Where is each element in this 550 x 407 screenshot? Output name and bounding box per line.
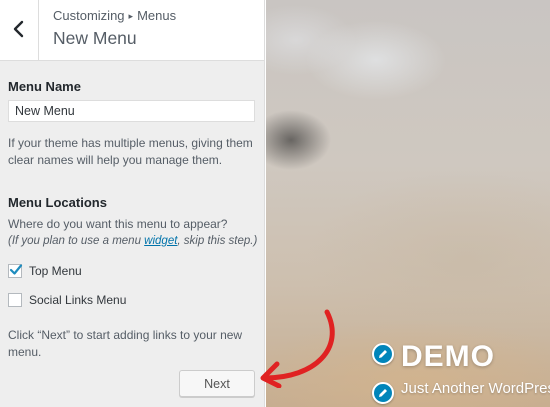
pencil-icon [379, 389, 387, 397]
menu-name-label: Menu Name [8, 79, 81, 94]
checkmark-icon [9, 264, 23, 275]
location-social-links-menu[interactable]: Social Links Menu [8, 292, 126, 308]
top-menu-label: Top Menu [29, 264, 82, 278]
hint-suffix: , skip this step.) [177, 235, 258, 247]
hint-prefix: (If you plan to use a menu [8, 235, 145, 247]
menu-name-help: If your theme has multiple menus, giving… [8, 136, 253, 167]
widget-link[interactable]: widget [144, 235, 177, 247]
pencil-icon [379, 350, 387, 358]
breadcrumb-current: Menus [137, 8, 177, 23]
chevron-left-icon [13, 20, 24, 38]
customizer-sidebar: Customizing▸Menus New Menu Menu Name If … [0, 0, 265, 407]
back-button[interactable] [0, 0, 39, 60]
menu-locations-question: Where do you want this menu to appear? [8, 217, 228, 231]
tagline-edit-shortcut[interactable] [372, 382, 394, 404]
menu-name-input[interactable] [8, 100, 255, 122]
site-tagline: Just Another WordPress [401, 380, 550, 397]
social-links-menu-label: Social Links Menu [29, 293, 127, 307]
menu-locations-hint: (If you plan to use a menu widget, skip … [8, 233, 263, 250]
top-menu-checkbox[interactable] [8, 264, 23, 278]
next-instruction: Click “Next” to start adding links to yo… [8, 328, 243, 359]
site-title: DEMO [401, 340, 495, 373]
page-title: New Menu [53, 28, 137, 48]
breadcrumb: Customizing ▸ Menus [53, 8, 176, 23]
next-button[interactable]: Next [179, 370, 255, 397]
red-annotation-arrow [260, 309, 335, 388]
menu-locations-heading: Menu Locations [8, 195, 107, 210]
breadcrumb-root: Customizing [53, 8, 125, 23]
section-header: Customizing ▸ Menus New Menu [0, 0, 264, 61]
social-links-menu-checkbox[interactable] [8, 293, 22, 307]
breadcrumb-separator: ▸ [128, 11, 134, 21]
location-top-menu[interactable]: Top Menu [8, 263, 82, 279]
site-title-edit-shortcut[interactable] [372, 343, 394, 365]
